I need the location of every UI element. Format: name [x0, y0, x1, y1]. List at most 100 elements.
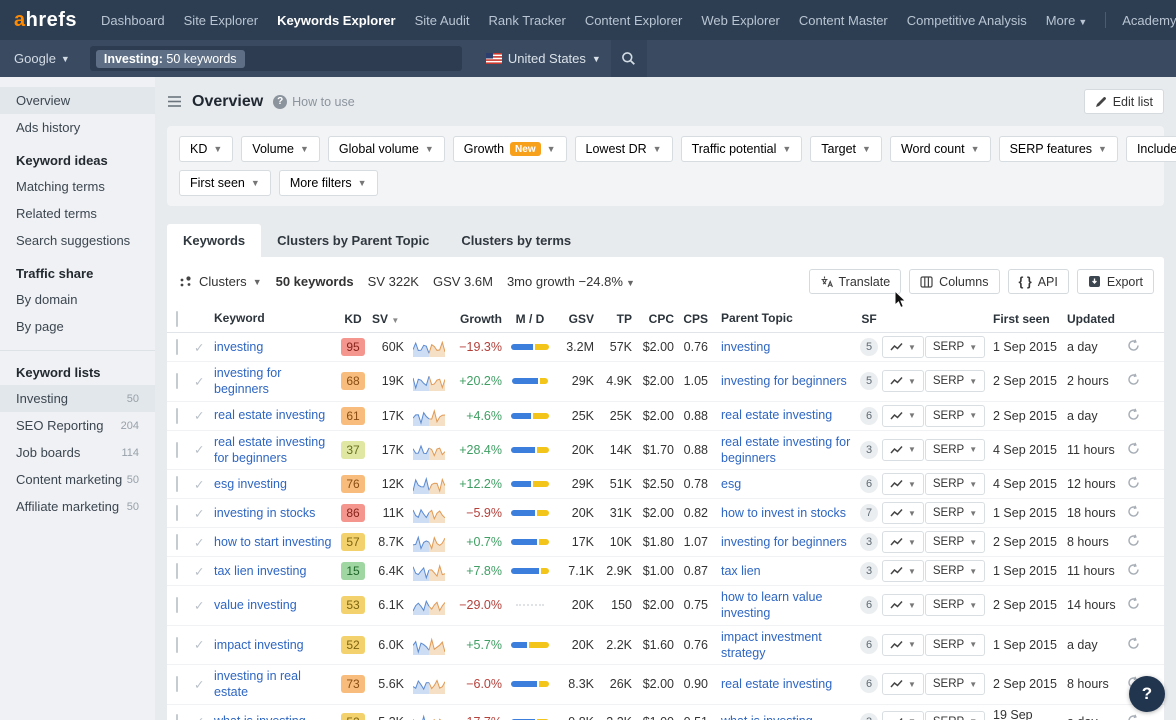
row-checkbox[interactable] — [176, 339, 178, 355]
position-history-button[interactable]: ▼ — [882, 634, 924, 656]
parent-topic-link[interactable]: tax lien — [721, 564, 761, 578]
refresh-button[interactable] — [1127, 534, 1140, 550]
sidebar-item-search-suggestions[interactable]: Search suggestions — [0, 227, 155, 254]
parent-topic-link[interactable]: how to invest in stocks — [721, 506, 846, 520]
col-gsv[interactable]: GSV — [555, 309, 597, 329]
filter-growth[interactable]: GrowthNew▼ — [453, 136, 567, 162]
position-history-button[interactable]: ▼ — [882, 502, 924, 524]
serp-button[interactable]: SERP▼ — [925, 634, 985, 656]
sidebar-item-related-terms[interactable]: Related terms — [0, 200, 155, 227]
position-history-button[interactable]: ▼ — [882, 531, 924, 553]
keyword-link[interactable]: investing in stocks — [214, 506, 315, 520]
search-engine-select[interactable]: Google▼ — [14, 40, 84, 77]
sidebar-item-investing[interactable]: Investing50 — [0, 385, 155, 412]
position-history-button[interactable]: ▼ — [882, 336, 924, 358]
refresh-button[interactable] — [1127, 563, 1140, 579]
tab-clusters-by-terms[interactable]: Clusters by terms — [445, 224, 587, 257]
refresh-button[interactable] — [1127, 339, 1140, 355]
search-submit-button[interactable] — [611, 40, 647, 77]
col-first-seen[interactable]: First seen — [985, 309, 1063, 329]
translate-button[interactable]: Translate — [809, 269, 902, 294]
tab-clusters-by-parent-topic[interactable]: Clusters by Parent Topic — [261, 224, 445, 257]
row-checkbox[interactable] — [176, 408, 178, 424]
row-checkbox[interactable] — [176, 676, 178, 692]
sidebar-item-overview[interactable]: Overview — [0, 87, 155, 114]
keyword-link[interactable]: what is investing — [214, 714, 306, 720]
parent-topic-link[interactable]: real estate investing for beginners — [721, 435, 850, 465]
nav-item-keywords-explorer[interactable]: Keywords Explorer — [277, 13, 396, 28]
sidebar-item-by-page[interactable]: By page — [0, 313, 155, 340]
position-history-button[interactable]: ▼ — [882, 370, 924, 392]
sidebar-item-content-marketing[interactable]: Content marketing50 — [0, 466, 155, 493]
keyword-link[interactable]: tax lien investing — [214, 564, 306, 578]
col-cpc[interactable]: CPC — [635, 309, 677, 329]
row-checkbox[interactable] — [176, 597, 178, 613]
position-history-button[interactable]: ▼ — [882, 711, 924, 720]
row-checkbox[interactable] — [176, 534, 178, 550]
row-checkbox[interactable] — [176, 505, 178, 521]
parent-topic-link[interactable]: real estate investing — [721, 408, 832, 422]
collapse-sidebar-icon[interactable] — [167, 95, 182, 108]
refresh-button[interactable] — [1127, 714, 1140, 720]
sidebar-item-by-domain[interactable]: By domain — [0, 286, 155, 313]
col-sv[interactable]: SV ▼ — [369, 309, 407, 329]
nav-item-more[interactable]: More▼ — [1046, 13, 1088, 28]
keyword-link[interactable]: value investing — [214, 598, 297, 612]
serp-button[interactable]: SERP▼ — [925, 531, 985, 553]
serp-button[interactable]: SERP▼ — [925, 473, 985, 495]
keyword-link[interactable]: investing for beginners — [214, 366, 281, 396]
nav-item-site-audit[interactable]: Site Audit — [415, 13, 470, 28]
nav-item-competitive-analysis[interactable]: Competitive Analysis — [907, 13, 1027, 28]
keyword-link[interactable]: investing — [214, 340, 263, 354]
keywords-search-input[interactable]: Investing: 50 keywords — [90, 46, 462, 71]
serp-button[interactable]: SERP▼ — [925, 370, 985, 392]
refresh-button[interactable] — [1127, 442, 1140, 458]
parent-topic-link[interactable]: what is investing — [721, 714, 813, 720]
export-button[interactable]: Export — [1077, 269, 1154, 294]
col-cps[interactable]: CPS — [677, 309, 711, 329]
ahrefs-logo[interactable]: ahrefs — [14, 9, 77, 32]
filter-more-filters[interactable]: More filters▼ — [279, 170, 378, 196]
keyword-link[interactable]: impact investing — [214, 638, 304, 652]
filter-serp-features[interactable]: SERP features▼ — [999, 136, 1118, 162]
filter-global-volume[interactable]: Global volume▼ — [328, 136, 445, 162]
select-all-checkbox[interactable] — [176, 311, 178, 327]
nav-item-content-master[interactable]: Content Master — [799, 13, 888, 28]
filter-target[interactable]: Target▼ — [810, 136, 882, 162]
serp-button[interactable]: SERP▼ — [925, 405, 985, 427]
refresh-button[interactable] — [1127, 373, 1140, 389]
refresh-button[interactable] — [1127, 505, 1140, 521]
col-sf[interactable]: SF — [857, 309, 881, 329]
filter-volume[interactable]: Volume▼ — [241, 136, 320, 162]
keyword-link[interactable]: investing in real estate — [214, 669, 301, 699]
refresh-button[interactable] — [1127, 637, 1140, 653]
serp-button[interactable]: SERP▼ — [925, 560, 985, 582]
parent-topic-link[interactable]: investing — [721, 340, 770, 354]
nav-item-dashboard[interactable]: Dashboard — [101, 13, 165, 28]
refresh-button[interactable] — [1127, 476, 1140, 492]
row-checkbox[interactable] — [176, 563, 178, 579]
columns-button[interactable]: Columns — [909, 269, 999, 294]
col-keyword[interactable]: Keyword — [211, 308, 337, 330]
keyword-link[interactable]: real estate investing — [214, 408, 325, 422]
serp-button[interactable]: SERP▼ — [925, 673, 985, 695]
parent-topic-link[interactable]: real estate investing — [721, 677, 832, 691]
keyword-link[interactable]: how to start investing — [214, 535, 331, 549]
nav-item-rank-tracker[interactable]: Rank Tracker — [489, 13, 566, 28]
position-history-button[interactable]: ▼ — [882, 439, 924, 461]
filter-include[interactable]: Include▼ — [1126, 136, 1176, 162]
academy-link[interactable]: Academy — [1122, 13, 1176, 28]
serp-button[interactable]: SERP▼ — [925, 336, 985, 358]
sidebar-item-ads-history[interactable]: Ads history — [0, 114, 155, 141]
row-checkbox[interactable] — [176, 373, 178, 389]
clusters-select[interactable]: Clusters▼ — [179, 274, 262, 289]
col-tp[interactable]: TP — [597, 309, 635, 329]
col-parent-topic[interactable]: Parent Topic — [711, 308, 857, 330]
filter-word-count[interactable]: Word count▼ — [890, 136, 991, 162]
keyword-link[interactable]: esg investing — [214, 477, 287, 491]
col-updated[interactable]: Updated — [1063, 309, 1123, 329]
nav-item-web-explorer[interactable]: Web Explorer — [701, 13, 780, 28]
parent-topic-link[interactable]: esg — [721, 477, 741, 491]
nav-item-site-explorer[interactable]: Site Explorer — [184, 13, 258, 28]
col-md[interactable]: M / D — [505, 309, 555, 329]
